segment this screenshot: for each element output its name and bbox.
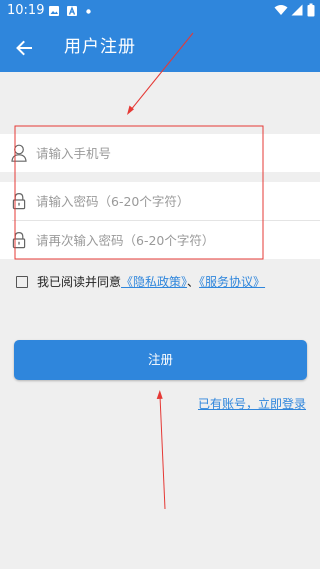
agreement-row: 我已阅读并同意《隐私政策》、《服务协议》 (16, 273, 265, 291)
phone-input[interactable] (36, 140, 306, 166)
a-icon (67, 6, 77, 16)
agreement-separator: 、 (187, 275, 200, 289)
password-input[interactable] (36, 188, 306, 214)
confirm-password-input[interactable] (36, 227, 306, 253)
user-icon (11, 144, 27, 162)
phone-row (0, 134, 320, 172)
battery-icon (307, 3, 315, 17)
login-link[interactable]: 已有账号，立即登录 (198, 395, 306, 412)
annotation-arrowhead-top (127, 105, 134, 115)
annotation-arrow-bottom (159, 395, 166, 510)
photo-icon (49, 6, 59, 16)
confirm-password-row (0, 221, 320, 259)
annotation-arrowhead-bottom (156, 390, 163, 399)
wifi-icon (274, 5, 288, 15)
lock-icon (12, 231, 26, 249)
service-agreement-link[interactable]: 《服务协议》 (199, 275, 265, 289)
lock-icon (12, 192, 26, 210)
section-gap (0, 172, 320, 182)
registration-form (0, 134, 320, 259)
register-button[interactable]: 注册 (14, 340, 307, 380)
signal-icon (291, 4, 303, 16)
page-title: 用户注册 (64, 37, 136, 57)
app-bar: 10:19 用户注册 (0, 0, 320, 72)
status-time: 10:19 (7, 3, 45, 18)
arrow-left-icon[interactable] (10, 34, 38, 62)
password-row (0, 182, 320, 220)
toolbar: 用户注册 (0, 24, 320, 72)
privacy-policy-link[interactable]: 《隐私政策》 (121, 275, 187, 289)
dot-icon (86, 9, 91, 14)
status-bar: 10:19 (0, 0, 320, 24)
agree-checkbox[interactable] (16, 276, 28, 288)
agreement-text: 我已阅读并同意 (37, 275, 122, 289)
